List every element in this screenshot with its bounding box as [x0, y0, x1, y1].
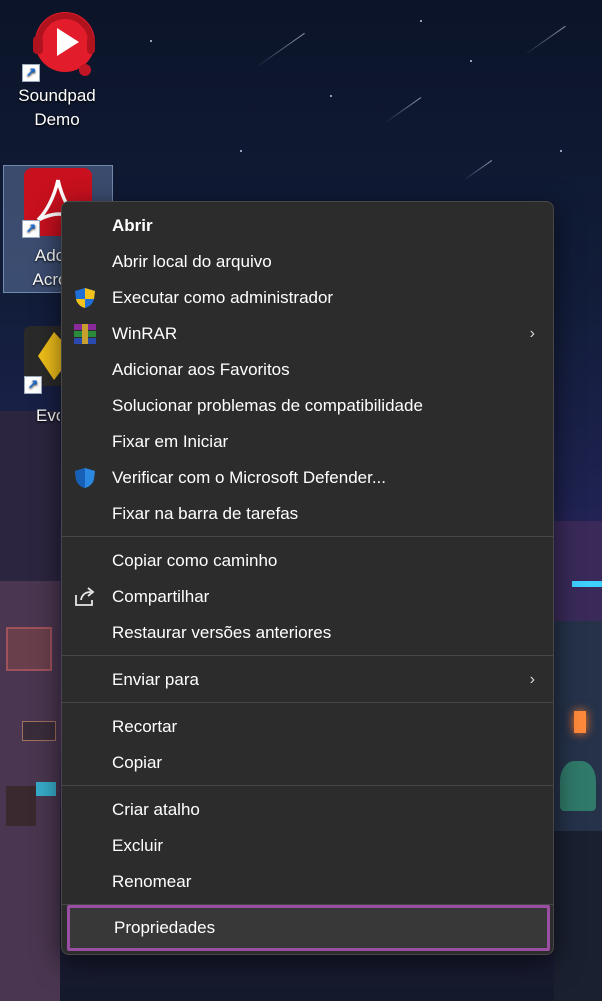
game-sign — [22, 721, 56, 741]
monster-sprite — [560, 761, 596, 811]
menu-item-label: Adicionar aos Favoritos — [112, 360, 290, 379]
menu-item-pin-start[interactable]: Fixar em Iniciar — [68, 425, 547, 459]
neon-sign — [572, 581, 602, 587]
desktop-icon-label: Soundpad Demo — [18, 86, 96, 129]
shortcut-arrow-icon: ↗ — [22, 220, 40, 238]
star — [420, 20, 422, 22]
menu-item-label: Compartilhar — [112, 587, 210, 606]
menu-item-label: Fixar em Iniciar — [112, 432, 229, 451]
menu-item-label: WinRAR — [112, 324, 178, 343]
menu-item-label: Solucionar problemas de compatibilidade — [112, 396, 423, 415]
star — [150, 40, 152, 42]
menu-item-winrar[interactable]: WinRAR › — [68, 317, 547, 351]
menu-item-label: Propriedades — [114, 918, 216, 937]
menu-item-label: Renomear — [112, 872, 192, 891]
menu-item-open-location[interactable]: Abrir local do arquivo — [68, 245, 547, 279]
menu-item-label: Criar atalho — [112, 800, 200, 819]
building-sign — [6, 627, 52, 671]
menu-item-defender-scan[interactable]: Verificar com o Microsoft Defender... — [68, 461, 547, 495]
chevron-right-icon: › — [529, 325, 535, 342]
menu-separator — [62, 655, 553, 656]
shooting-star — [524, 25, 566, 56]
menu-separator — [62, 536, 553, 537]
menu-item-label: Abrir — [112, 216, 153, 235]
desktop-icon-label: Evo — [36, 406, 60, 425]
menu-item-copy[interactable]: Copiar — [68, 746, 547, 780]
winrar-icon — [74, 324, 96, 344]
uac-shield-icon — [75, 288, 95, 308]
menu-item-cut[interactable]: Recortar — [68, 710, 547, 744]
desktop-icon-soundpad[interactable]: ↗ Soundpad Demo — [10, 4, 104, 132]
menu-item-run-as-admin[interactable]: Executar como administrador — [68, 281, 547, 315]
menu-item-label: Executar como administrador — [112, 288, 334, 307]
menu-separator — [62, 702, 553, 703]
menu-item-troubleshoot[interactable]: Solucionar problemas de compatibilidade — [68, 389, 547, 423]
menu-item-label: Fixar na barra de tarefas — [112, 504, 299, 523]
menu-item-add-favorites[interactable]: Adicionar aos Favoritos — [68, 353, 547, 387]
menu-item-restore-versions[interactable]: Restaurar versões anteriores — [68, 616, 547, 650]
menu-item-label: Excluir — [112, 836, 164, 855]
star — [470, 60, 472, 62]
menu-item-properties[interactable]: Propriedades — [67, 905, 550, 951]
context-menu: Abrir Abrir local do arquivo Executar co… — [61, 201, 554, 955]
menu-separator — [62, 785, 553, 786]
menu-item-open[interactable]: Abrir — [68, 209, 547, 243]
shortcut-arrow-icon: ↗ — [24, 376, 42, 394]
menu-item-pin-taskbar[interactable]: Fixar na barra de tarefas — [68, 497, 547, 531]
neon-screen — [36, 782, 56, 796]
menu-item-label: Copiar como caminho — [112, 551, 278, 570]
menu-item-label: Restaurar versões anteriores — [112, 623, 332, 642]
star — [330, 95, 332, 97]
star — [240, 150, 242, 152]
menu-item-label: Enviar para — [112, 670, 199, 689]
shooting-star — [255, 32, 305, 69]
chevron-right-icon: › — [529, 671, 535, 688]
share-icon — [75, 587, 95, 606]
menu-item-label: Copiar — [112, 753, 163, 772]
shortcut-arrow-icon: ↗ — [22, 64, 40, 82]
menu-item-label: Abrir local do arquivo — [112, 252, 272, 271]
menu-item-share[interactable]: Compartilhar — [68, 580, 547, 614]
street — [554, 831, 602, 1001]
menu-item-label: Recortar — [112, 717, 178, 736]
menu-item-label: Verificar com o Microsoft Defender... — [112, 468, 386, 487]
menu-item-create-shortcut[interactable]: Criar atalho — [68, 793, 547, 827]
menu-item-delete[interactable]: Excluir — [68, 829, 547, 863]
shooting-star — [383, 97, 422, 124]
shooting-star — [462, 160, 493, 181]
menu-item-send-to[interactable]: Enviar para › — [68, 663, 547, 697]
menu-item-rename[interactable]: Renomear — [68, 865, 547, 899]
defender-shield-icon — [75, 468, 95, 488]
character-sprite — [6, 786, 36, 826]
lantern — [574, 711, 586, 733]
star — [560, 150, 562, 152]
menu-item-copy-path[interactable]: Copiar como caminho — [68, 544, 547, 578]
